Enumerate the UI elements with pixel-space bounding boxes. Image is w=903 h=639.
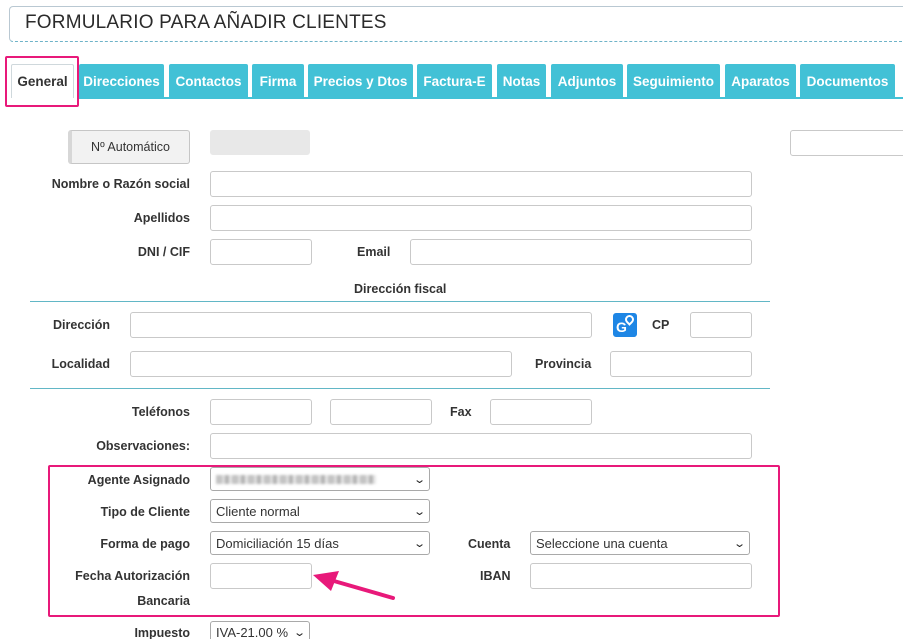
google-maps-icon[interactable]: G [613, 313, 637, 337]
client-type-select[interactable]: Cliente normal ⌄ [210, 499, 430, 523]
auto-number-button[interactable]: Nº Automático [68, 130, 190, 164]
province-input[interactable] [610, 351, 752, 377]
annotation-arrow-icon [313, 571, 395, 600]
email-input[interactable] [410, 239, 752, 265]
agent-label: Agente Asignado [87, 473, 190, 487]
notes-label: Observaciones: [96, 439, 190, 453]
fiscal-section-title: Dirección fiscal [354, 282, 447, 296]
agent-select[interactable]: ⌄ [210, 467, 430, 491]
surname-label: Apellidos [133, 211, 190, 225]
iban-input[interactable] [530, 563, 752, 589]
chevron-down-icon: ⌄ [412, 473, 426, 486]
payment-select[interactable]: Domiciliación 15 días ⌄ [210, 531, 430, 555]
tab-aparatos[interactable]: Aparatos [725, 64, 796, 98]
tax-label: Impuesto [134, 626, 190, 639]
tax-value: IVA-21.00 % [216, 624, 289, 639]
bank-auth-date-input[interactable] [210, 563, 312, 589]
right-side-field[interactable] [790, 130, 903, 156]
chevron-down-icon: ⌄ [292, 626, 306, 639]
page-title: FORMULARIO PARA AÑADIR CLIENTES [25, 12, 387, 33]
fax-input[interactable] [490, 399, 592, 425]
tab-factura-e[interactable]: Factura-E [417, 64, 492, 98]
phone1-input[interactable] [210, 399, 312, 425]
tab-general[interactable]: General [11, 64, 74, 98]
name-label: Nombre o Razón social [51, 177, 190, 191]
phones-label: Teléfonos [131, 405, 190, 419]
notes-input[interactable] [210, 433, 752, 459]
address-label: Dirección [53, 318, 110, 332]
account-select[interactable]: Seleccione una cuenta ⌄ [530, 531, 750, 555]
tab-direcciones[interactable]: Direcciones [79, 64, 164, 98]
email-label: Email [357, 245, 391, 259]
cp-label: CP [652, 318, 670, 332]
city-label: Localidad [51, 357, 110, 371]
section-divider-bottom [30, 388, 770, 389]
tab-adjuntos[interactable]: Adjuntos [551, 64, 623, 98]
tab-precios-dtos[interactable]: Precios y Dtos [308, 64, 413, 98]
fax-label: Fax [450, 405, 472, 419]
tab-seguimiento[interactable]: Seguimiento [627, 64, 720, 98]
tab-documentos[interactable]: Documentos [800, 64, 895, 98]
agent-value-blurred [216, 474, 376, 484]
account-value: Seleccione una cuenta [536, 535, 668, 551]
name-input[interactable] [210, 171, 752, 197]
section-divider-top [30, 301, 770, 302]
chevron-down-icon: ⌄ [412, 505, 426, 518]
client-type-value: Cliente normal [216, 503, 300, 519]
client-code-field [210, 130, 310, 155]
surname-input[interactable] [210, 205, 752, 231]
bank-auth-label-line1: Fecha Autorización [75, 569, 190, 583]
address-input[interactable] [130, 312, 592, 338]
chevron-down-icon: ⌄ [732, 537, 746, 550]
iban-label: IBAN [480, 569, 511, 583]
tab-firma[interactable]: Firma [252, 64, 304, 98]
tab-contactos[interactable]: Contactos [169, 64, 248, 98]
client-type-label: Tipo de Cliente [100, 505, 190, 519]
tab-notas[interactable]: Notas [497, 64, 546, 98]
payment-label: Forma de pago [100, 537, 190, 551]
bank-auth-label-line2: Bancaria [137, 594, 190, 608]
dni-input[interactable] [210, 239, 312, 265]
account-label: Cuenta [468, 537, 511, 551]
payment-value: Domiciliación 15 días [216, 535, 339, 551]
dni-label: DNI / CIF [137, 245, 190, 259]
chevron-down-icon: ⌄ [412, 537, 426, 550]
tax-select[interactable]: IVA-21.00 % ⌄ [210, 621, 310, 639]
city-input[interactable] [130, 351, 512, 377]
province-label: Provincia [535, 357, 592, 371]
phone2-input[interactable] [330, 399, 432, 425]
cp-input[interactable] [690, 312, 752, 338]
